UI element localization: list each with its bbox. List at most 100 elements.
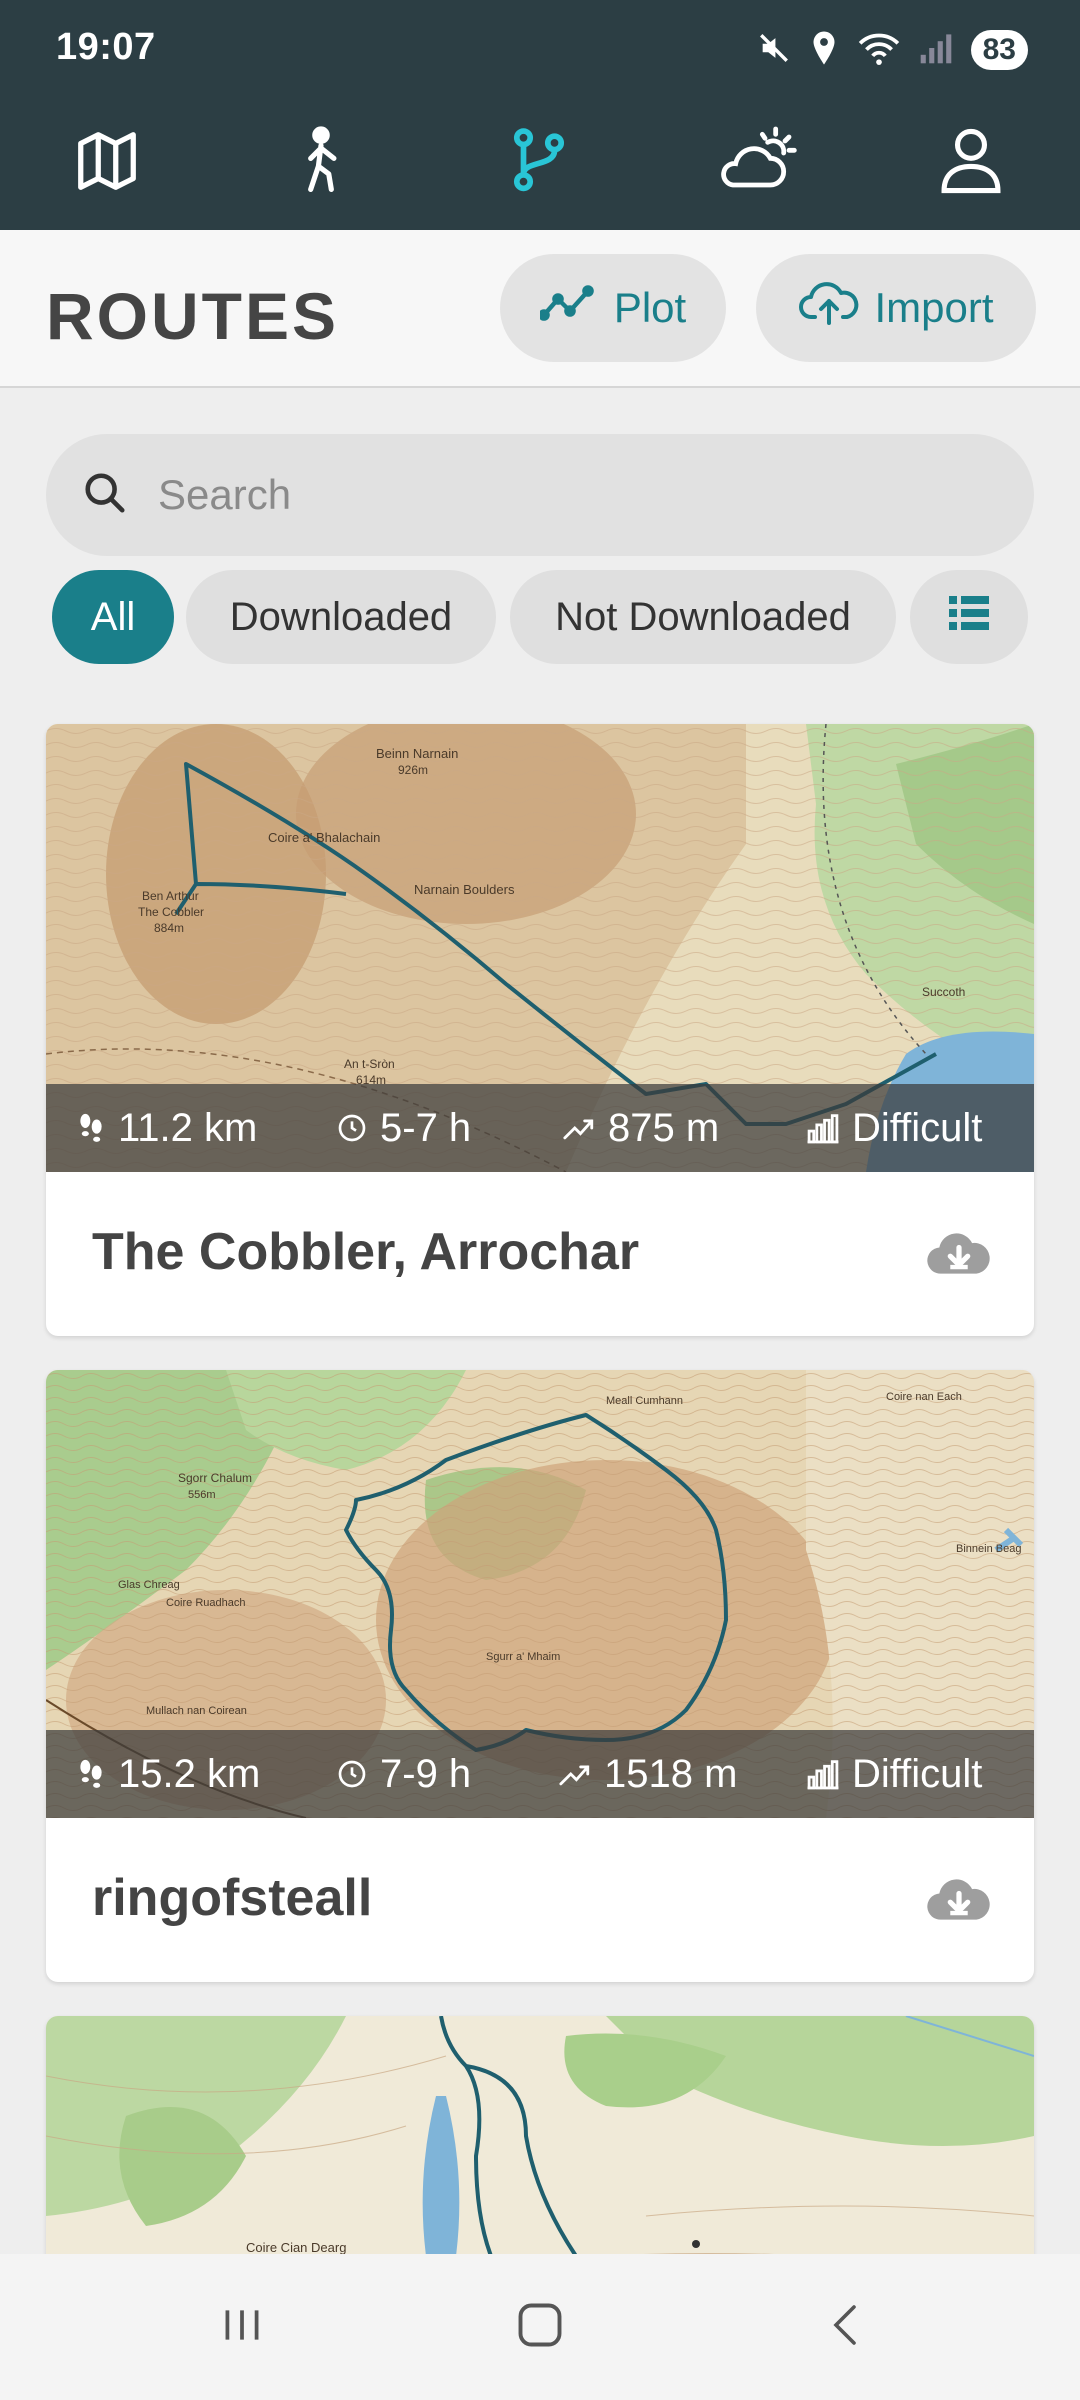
footprints-icon [76, 1757, 106, 1791]
profile-icon [938, 126, 1004, 201]
trend-up-icon [558, 1759, 592, 1789]
system-nav-bar [0, 2254, 1080, 2400]
status-bar: 19:07 83 [0, 0, 1080, 96]
routes-icon [508, 126, 570, 201]
duration-stat: 7-9 h [336, 1730, 471, 1818]
status-time: 19:07 [56, 26, 156, 68]
page-title: ROUTES [46, 279, 340, 353]
mute-icon [757, 31, 791, 70]
search-icon [82, 470, 128, 521]
list-view-toggle[interactable] [910, 570, 1028, 664]
back-icon [822, 2299, 870, 2356]
nav-map[interactable] [62, 118, 152, 208]
cloud-download-icon[interactable] [926, 1230, 992, 1283]
map-label: Coire nan Each [886, 1391, 962, 1403]
distance-stat: 15.2 km [76, 1730, 260, 1818]
search-bar[interactable] [46, 434, 1034, 556]
filter-chip-downloaded[interactable]: Downloaded [186, 570, 496, 664]
difficulty-stat: Difficult [806, 1730, 982, 1818]
distance-value: 15.2 km [118, 1751, 261, 1796]
map-label: Succoth [922, 985, 965, 999]
distance-stat: 11.2 km [76, 1084, 257, 1172]
difficulty-bars-icon [806, 1112, 840, 1144]
footprints-icon [76, 1111, 106, 1145]
battery-level: 83 [970, 30, 1028, 70]
duration-value: 5-7 h [380, 1105, 472, 1150]
clock-icon [336, 1758, 368, 1790]
map-label: 556m [188, 1489, 216, 1501]
distance-value: 11.2 km [118, 1105, 258, 1150]
filter-chip-all[interactable]: All [52, 570, 174, 664]
route-stats-bar: 11.2 km 5-7 h 875 m Difficult [46, 1084, 1034, 1172]
home-button[interactable] [510, 2294, 570, 2360]
map-label: Mullach nan Coirean [146, 1705, 247, 1717]
list-icon [949, 595, 989, 640]
ascent-stat: 1518 m [558, 1730, 737, 1818]
ascent-value: 875 m [608, 1105, 720, 1150]
hiker-icon [290, 124, 352, 203]
map-label: Beinn Narnain [376, 746, 458, 761]
ascent-value: 1518 m [604, 1751, 738, 1796]
search-input[interactable] [158, 471, 958, 519]
weather-icon [717, 126, 797, 201]
map-label: Coire Ruadhach [166, 1597, 246, 1609]
map-label: Meall Cumhann [606, 1395, 683, 1407]
difficulty-stat: Difficult [806, 1084, 982, 1172]
status-icons: 83 [757, 26, 1028, 74]
location-icon [809, 30, 839, 71]
trend-up-icon [562, 1113, 596, 1143]
recents-icon [217, 2300, 267, 2355]
recents-button[interactable] [212, 2294, 272, 2360]
page-header: ROUTES Plot Import [0, 230, 1080, 388]
map-label: Coire Cian Dearg [246, 2240, 346, 2254]
map-label: 926m [398, 763, 428, 777]
difficulty-value: Difficult [852, 1105, 983, 1150]
route-card[interactable]: Beinn Narnain 926m Coire a' Bhalachain N… [46, 724, 1034, 1336]
wifi-icon [857, 30, 901, 71]
map-label: Binnein Beag [956, 1543, 1021, 1555]
nav-hiking[interactable] [276, 118, 366, 208]
cloud-upload-icon [798, 279, 860, 337]
route-name: The Cobbler, Arrochar [92, 1223, 640, 1281]
route-card[interactable]: Sgorr Chalum 556m Glas Chreag Coire Ruad… [46, 1370, 1034, 1982]
back-button[interactable] [816, 2294, 876, 2360]
plot-label: Plot [613, 284, 687, 331]
route-name: ringofsteall [92, 1869, 373, 1927]
filter-chip-not-downloaded[interactable]: Not Downloaded [510, 570, 896, 664]
difficulty-value: Difficult [852, 1751, 983, 1796]
map-label: Ben Arthur [142, 889, 199, 903]
duration-value: 7-9 h [380, 1751, 472, 1796]
map-label: The Cobbler [138, 905, 204, 919]
import-button[interactable]: Import [756, 254, 1036, 362]
cloud-download-icon[interactable] [926, 1876, 992, 1929]
map-label: 884m [154, 921, 184, 935]
map-icon [72, 126, 142, 201]
plot-button[interactable]: Plot [500, 254, 726, 362]
signal-icon [919, 31, 953, 70]
route-map-preview: Coire Cian Dearg [46, 2016, 1034, 2254]
map-label: Glas Chreag [118, 1579, 180, 1591]
import-label: Import [874, 284, 994, 331]
map-label: Sgurr a' Mhaim [486, 1651, 560, 1663]
route-stats-bar: 15.2 km 7-9 h 1518 m Difficult [46, 1730, 1034, 1818]
route-card-footer: The Cobbler, Arrochar [46, 1172, 1034, 1336]
map-label: Sgorr Chalum [178, 1471, 252, 1485]
routes-content: All Downloaded Not Downloaded [0, 390, 1080, 2254]
route-map-preview: Sgorr Chalum 556m Glas Chreag Coire Ruad… [46, 1370, 1034, 1818]
route-card-footer: ringofsteall [46, 1818, 1034, 1982]
route-map-preview: Beinn Narnain 926m Coire a' Bhalachain N… [46, 724, 1034, 1172]
route-card[interactable]: Coire Cian Dearg [46, 2016, 1034, 2254]
map-label: Narnain Boulders [414, 882, 515, 897]
nav-routes[interactable] [494, 118, 584, 208]
duration-stat: 5-7 h [336, 1084, 471, 1172]
map-label: An t-Sròn [344, 1057, 395, 1071]
ascent-stat: 875 m [562, 1084, 719, 1172]
home-icon [514, 2299, 566, 2356]
plot-line-icon [538, 283, 600, 333]
map-label: Coire a' Bhalachain [268, 830, 380, 845]
nav-weather[interactable] [712, 118, 802, 208]
difficulty-bars-icon [806, 1758, 840, 1790]
nav-profile[interactable] [926, 118, 1016, 208]
top-nav [0, 96, 1080, 230]
clock-icon [336, 1112, 368, 1144]
